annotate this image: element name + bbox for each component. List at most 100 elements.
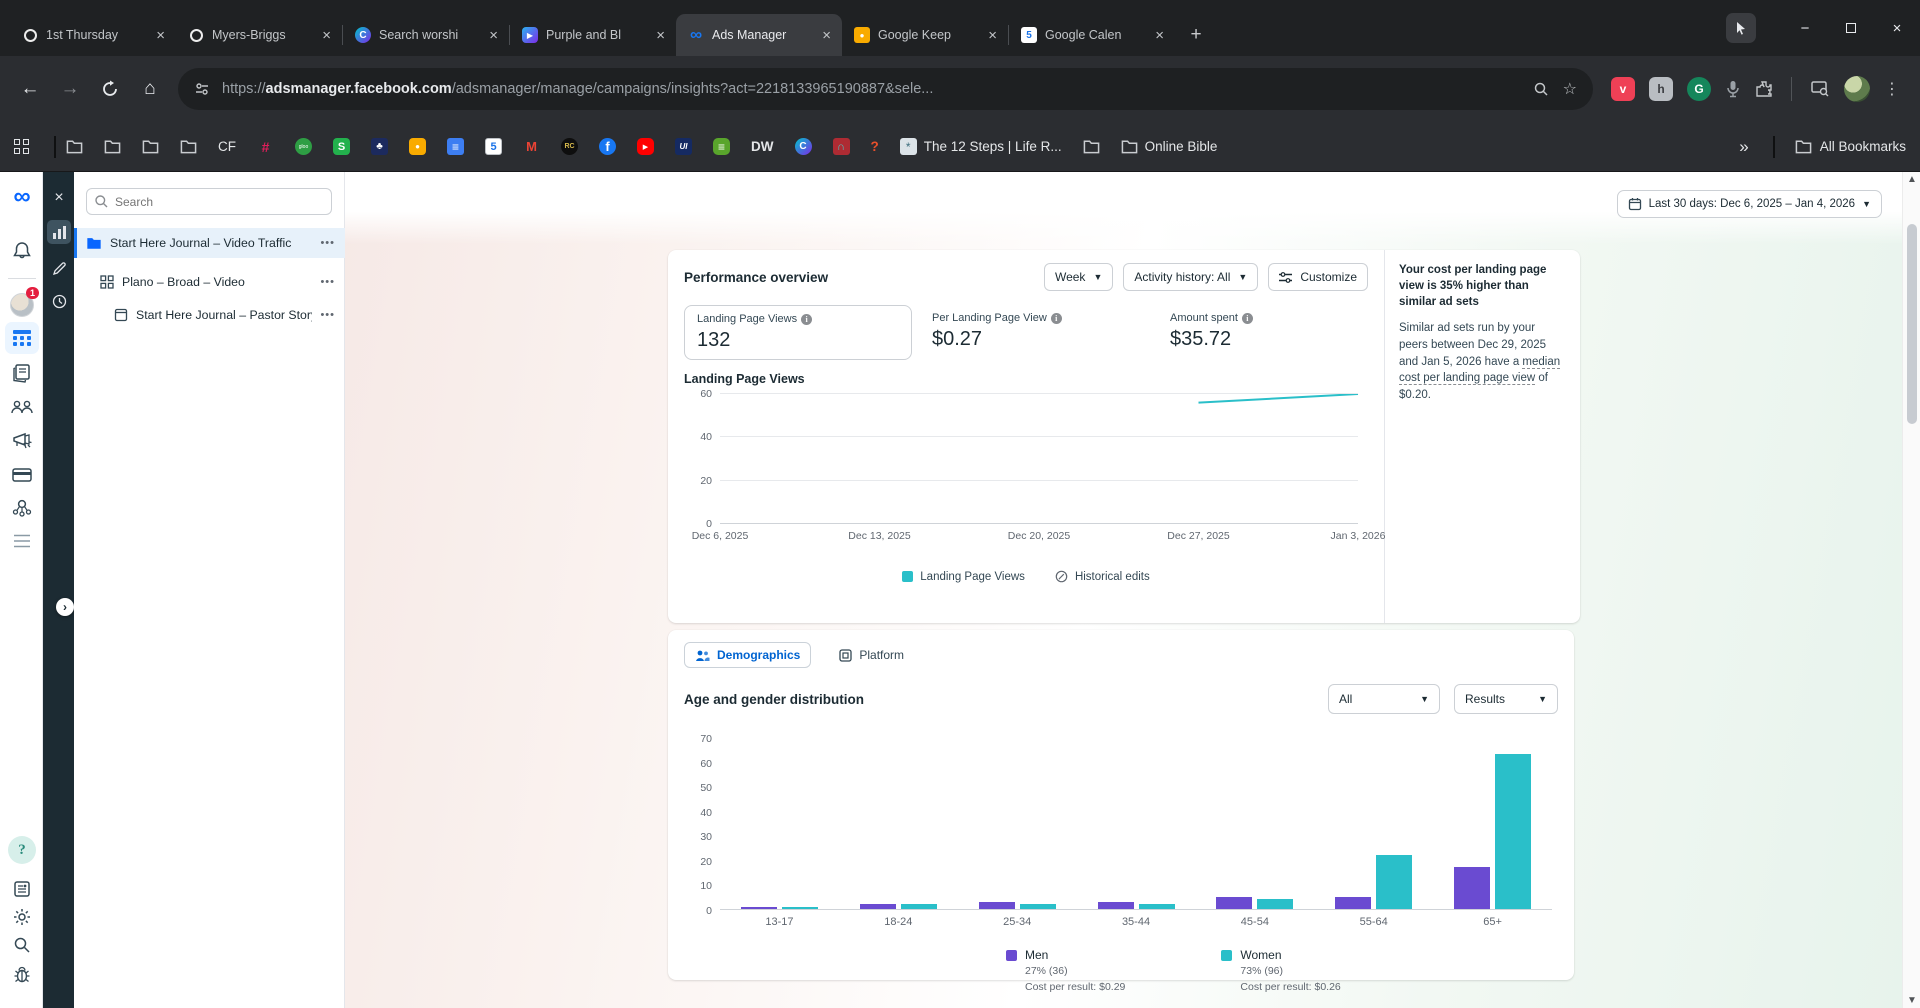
chart-view-icon[interactable] — [47, 220, 71, 244]
tab-close-icon[interactable]: × — [985, 27, 1000, 44]
h-extension-icon[interactable]: h — [1649, 77, 1673, 101]
historical-edits-legend[interactable]: Historical edits — [1055, 570, 1150, 583]
report-bug-icon[interactable] — [9, 962, 35, 988]
bookmark-star-icon[interactable]: ☆ — [1563, 79, 1577, 99]
tab-close-icon[interactable]: × — [653, 27, 668, 44]
bookmark-gmail[interactable]: M — [523, 138, 540, 155]
site-settings-icon[interactable] — [194, 81, 210, 97]
women-bar[interactable] — [1139, 904, 1175, 909]
tab-google-keep[interactable]: ● Google Keep × — [842, 14, 1008, 56]
browser-menu-icon[interactable]: ⋮ — [1884, 79, 1900, 99]
back-icon[interactable]: ← — [10, 69, 50, 109]
help-icon[interactable]: ? — [8, 836, 36, 864]
expand-panel-icon[interactable]: › — [56, 598, 74, 616]
tab-close-icon[interactable]: × — [153, 27, 168, 44]
grammarly-icon[interactable]: G — [1687, 77, 1711, 101]
meta-logo[interactable]: ∞ — [9, 184, 35, 210]
men-bar[interactable] — [1098, 902, 1134, 909]
bookmark-cf[interactable]: CF — [218, 139, 236, 154]
women-bar[interactable] — [901, 904, 937, 909]
sidebar-item-business-tools[interactable] — [9, 494, 35, 520]
bookmark-rc[interactable]: RC — [561, 138, 578, 155]
campaign-row-ad[interactable]: Start Here Journal – Pastor Story ... ••… — [74, 300, 345, 330]
women-bar[interactable] — [1257, 899, 1293, 909]
bookmark-canva[interactable]: C — [795, 138, 812, 155]
sidebar-item-ads-manager[interactable] — [9, 325, 35, 351]
campaign-row-selected[interactable]: Start Here Journal – Video Traffic ••• — [74, 228, 345, 258]
men-bar[interactable] — [860, 904, 896, 909]
women-bar[interactable] — [782, 907, 818, 909]
women-bar[interactable] — [1495, 754, 1531, 909]
bookmark-green-list[interactable]: ≡ — [713, 138, 730, 155]
bookmark-gloo[interactable]: gloo — [295, 138, 312, 155]
bookmark-folder-4[interactable] — [180, 139, 197, 154]
bookmark-question[interactable]: ? — [871, 139, 879, 154]
men-bar[interactable] — [741, 907, 777, 909]
men-bar[interactable] — [1335, 897, 1371, 909]
address-bar[interactable]: https://adsmanager.facebook.com/adsmanag… — [178, 68, 1593, 110]
apps-grid-icon[interactable] — [14, 139, 30, 155]
pocket-icon[interactable]: v — [1611, 77, 1635, 101]
bookmark-google-calendar[interactable]: 5 — [485, 138, 502, 155]
row-menu-icon[interactable]: ••• — [320, 237, 345, 249]
sidebar-item-ads-reporting[interactable] — [9, 428, 35, 454]
customize-button[interactable]: Customize — [1268, 263, 1368, 291]
scroll-up-icon[interactable]: ▲ — [1903, 174, 1920, 185]
scrollbar-thumb[interactable] — [1907, 224, 1917, 424]
settings-gear-icon[interactable] — [9, 904, 35, 930]
info-icon[interactable]: i — [1242, 313, 1253, 324]
window-minimize-button[interactable]: − — [1782, 0, 1828, 56]
tab-close-icon[interactable]: × — [819, 27, 834, 44]
bookmarks-overflow-icon[interactable]: » — [1739, 137, 1748, 157]
row-menu-icon[interactable]: ••• — [320, 309, 345, 321]
tab-google-calendar[interactable]: 5 Google Calen × — [1009, 14, 1175, 56]
bookmark-google-docs[interactable]: ≡ — [447, 138, 464, 155]
metric-landing-page-views[interactable]: Landing Page Viewsi 132 — [684, 305, 912, 360]
men-bar[interactable] — [1216, 897, 1252, 909]
row-menu-icon[interactable]: ••• — [320, 276, 345, 288]
url-text[interactable]: https://adsmanager.facebook.com/adsmanag… — [222, 81, 1519, 97]
bar-group-18-24[interactable] — [839, 738, 958, 909]
sidebar-item-audiences[interactable] — [9, 394, 35, 420]
bar-group-45-54[interactable] — [1195, 738, 1314, 909]
bookmark-folder-2[interactable] — [104, 139, 121, 154]
date-range-button[interactable]: Last 30 days: Dec 6, 2025 – Jan 4, 2026 … — [1617, 190, 1882, 218]
tab-demographics[interactable]: Demographics — [684, 642, 811, 668]
men-bar[interactable] — [1454, 867, 1490, 909]
bar-group-65+[interactable] — [1433, 738, 1552, 909]
bar-group-13-17[interactable] — [720, 738, 839, 909]
search-icon[interactable] — [9, 932, 35, 958]
device-search-icon[interactable] — [1810, 80, 1830, 98]
women-bar[interactable] — [1020, 904, 1056, 909]
tab-ads-manager-active[interactable]: ∞ Ads Manager × — [676, 14, 842, 56]
sidebar-item-billing[interactable] — [9, 462, 35, 488]
info-icon[interactable]: i — [1051, 313, 1062, 324]
tab-1st-thursday[interactable]: 1st Thursday × — [10, 14, 176, 56]
bookmark-folder-3[interactable] — [142, 139, 159, 154]
edit-pencil-icon[interactable] — [47, 256, 71, 280]
home-icon[interactable]: ⌂ — [130, 69, 170, 109]
sidebar-menu-icon[interactable] — [9, 528, 35, 554]
campaign-search-input[interactable] — [86, 188, 332, 215]
bookmark-youtube[interactable]: ▶ — [637, 138, 654, 155]
bookmark-ui[interactable]: UI — [675, 138, 692, 155]
metric-filter-dropdown[interactable]: Results▼ — [1454, 684, 1558, 714]
window-maximize-button[interactable] — [1828, 0, 1874, 56]
notifications-bell-icon[interactable] — [9, 238, 35, 264]
women-bar[interactable] — [1376, 855, 1412, 909]
scroll-down-icon[interactable]: ▼ — [1903, 995, 1920, 1006]
reload-icon[interactable] — [90, 69, 130, 109]
bookmark-dw[interactable]: DW — [751, 139, 774, 154]
history-clock-icon[interactable] — [47, 289, 71, 313]
tab-myers-briggs[interactable]: Myers-Briggs × — [176, 14, 342, 56]
bookmark-podcast[interactable]: ∩ — [833, 138, 850, 155]
close-panel-icon[interactable]: × — [47, 186, 71, 210]
forward-icon[interactable]: → — [50, 69, 90, 109]
tab-search-worship[interactable]: C Search worshi × — [343, 14, 509, 56]
bookmark-tree-church[interactable]: ♣ — [371, 138, 388, 155]
sidebar-item-reports[interactable] — [9, 360, 35, 386]
campaign-row-adset[interactable]: Plano – Broad – Video ••• — [74, 267, 345, 297]
vertical-scrollbar[interactable]: ▲ ▼ — [1902, 172, 1920, 1008]
bookmark-slack[interactable]: # — [257, 138, 274, 155]
tab-close-icon[interactable]: × — [486, 27, 501, 44]
